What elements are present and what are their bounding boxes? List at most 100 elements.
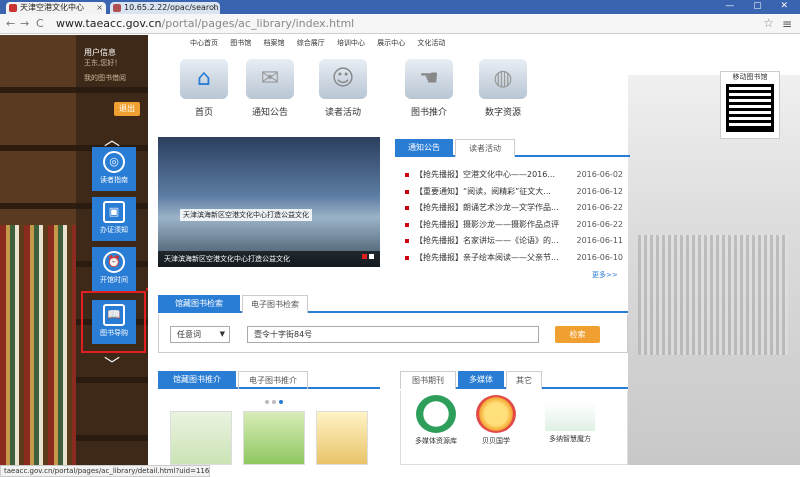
banner-dots — [360, 252, 374, 262]
close-tab-icon[interactable]: × — [96, 2, 103, 14]
carousel-dot[interactable] — [265, 400, 269, 404]
tab-ebook-recommend[interactable]: 电子图书推介 — [238, 371, 308, 389]
chevron-down-icon: ▼ — [219, 330, 225, 338]
list-item[interactable]: 【抢先播报】名家讲坛——《论语》的... 2016-06-11 — [405, 233, 625, 250]
list-item[interactable]: 【抢先播报】亲子绘本阅读——父亲节... 2016-06-10 — [405, 250, 625, 267]
category-label: 首页 — [194, 108, 213, 118]
multimedia-logo-icon — [416, 395, 456, 433]
reload-icon[interactable]: C — [36, 17, 44, 31]
bookmark-star-icon[interactable]: ☆ — [763, 16, 774, 30]
site-favicon-icon — [9, 4, 17, 12]
notice-tabs: 通知公告 读者活动 — [395, 139, 630, 157]
envelope-icon: ✉ — [246, 59, 294, 99]
window-controls[interactable]: — ▢ ✕ — [725, 1, 796, 11]
category-book-recommendation[interactable]: ☚ 图书推介 — [399, 59, 459, 118]
tab-collection-search[interactable]: 馆藏图书检索 — [158, 295, 240, 313]
list-item[interactable]: 【抢先播报】朗诵艺术沙龙—文学作品... 2016-06-22 — [405, 200, 625, 217]
logout-button[interactable]: 退出 — [114, 102, 140, 116]
topnav-item[interactable]: 中心首页 — [190, 39, 218, 47]
media-item[interactable]: 多媒体资源库 — [406, 395, 466, 446]
news-date: 2016-06-12 — [576, 186, 624, 196]
search-button[interactable]: 检索 — [555, 326, 600, 343]
tab-multimedia[interactable]: 多媒体 — [458, 371, 504, 389]
mobile-library-qr: 移动图书馆 — [720, 71, 780, 139]
book-hand-icon: ☚ — [405, 59, 453, 99]
target-icon: ◎ — [103, 151, 125, 173]
category-home[interactable]: ⌂ 首页 — [174, 59, 234, 118]
tab-notices[interactable]: 通知公告 — [395, 139, 453, 157]
tab-reader-activities[interactable]: 读者活动 — [455, 139, 515, 157]
beibei-logo-icon — [476, 395, 516, 433]
category-label: 图书推介 — [410, 108, 447, 118]
list-item[interactable]: 【抢先播报】摄影沙龙——摄影作品点评 2016-06-22 — [405, 217, 625, 234]
banner-caption: 天津滨海新区空港文化中心打造公益文化 — [158, 251, 380, 267]
book-cover[interactable] — [316, 411, 368, 465]
topnav-item[interactable]: 展示中心 — [377, 39, 405, 47]
category-notices[interactable]: ✉ 通知公告 — [240, 59, 300, 118]
tab-collection-recommend[interactable]: 馆藏图书推介 — [158, 371, 236, 389]
news-title: 【重要通知】“阅读，阅精彩”征文大... — [415, 186, 551, 196]
sidebar-item-label: 读者指南 — [100, 176, 128, 184]
browser-menu-icon[interactable]: ≡ — [782, 17, 792, 31]
book-cover[interactable] — [243, 411, 305, 465]
tab-title: 天津空港文化中心 — [20, 3, 84, 12]
list-item[interactable]: 【抢先播报】空港文化中心——2016... 2016-06-02 — [405, 167, 625, 184]
topnav-item[interactable]: 档案馆 — [263, 39, 284, 47]
list-item[interactable]: 【重要通知】“阅读，阅精彩”征文大... 2016-06-12 — [405, 184, 625, 201]
user-borrow-link[interactable]: 我的图书借阅 — [84, 73, 144, 84]
sidebar-item-opening-hours[interactable]: ⏰ 开馆时间 — [92, 247, 136, 291]
scroll-down-icon[interactable]: ﹀ — [104, 351, 120, 375]
browser-tab-1[interactable]: 天津空港文化中心 × — [6, 2, 106, 14]
user-info-title: 用户信息 — [84, 48, 116, 57]
category-label: 数字资源 — [484, 108, 521, 118]
back-icon[interactable]: ← — [6, 17, 15, 31]
news-title: 【抢先播报】朗诵艺术沙龙—文学作品... — [415, 203, 559, 212]
browser-tab-bar: 天津空港文化中心 × 10.65.2.22/opac/search × — ▢ … — [0, 0, 800, 14]
address-bar: ← → C www.taeacc.gov.cn/portal/pages/ac_… — [0, 14, 800, 34]
book-cover[interactable] — [170, 411, 232, 465]
site-favicon-icon — [113, 4, 121, 12]
sidebar-item-card-info[interactable]: ▣ 办证须知 — [92, 197, 136, 241]
more-link[interactable]: 更多>> — [592, 270, 618, 280]
tab-books-journals[interactable]: 图书期刊 — [400, 371, 456, 389]
news-date: 2016-06-02 — [576, 170, 624, 179]
carousel-dot[interactable] — [272, 400, 276, 404]
media-item-label: 多媒体资源库 — [415, 437, 457, 445]
browser-tab-2[interactable]: 10.65.2.22/opac/search × — [110, 2, 220, 14]
search-tabs: 馆藏图书检索 电子图书检索 — [158, 295, 628, 313]
banner-slideshow[interactable]: 天津滨海新区空港文化中心打造公益文化 天津滨海新区空港文化中心打造公益文化 — [158, 137, 380, 267]
topnav-item[interactable]: 综合展厅 — [297, 39, 325, 47]
sidebar-item-reader-guide[interactable]: ◎ 读者指南 — [92, 147, 136, 191]
category-reader-activities[interactable]: ☺ 读者活动 — [313, 59, 373, 118]
search-input[interactable]: 壹令十字街84号 — [247, 326, 539, 343]
url-host: www.taeacc.gov.cn — [56, 17, 162, 30]
media-item-label: 多纳智慧魔方 — [549, 435, 591, 443]
tab-other[interactable]: 其它 — [506, 371, 542, 389]
banner-dot[interactable] — [362, 254, 367, 259]
house-icon: ⌂ — [180, 59, 228, 99]
media-item[interactable]: 多纳智慧魔方 — [540, 403, 600, 444]
topnav-item[interactable]: 图书馆 — [230, 39, 251, 47]
top-navigation: 中心首页 图书馆 档案馆 综合展厅 培训中心 展示中心 文化活动 — [190, 38, 455, 48]
tab-title: 10.65.2.22/opac/search — [124, 3, 219, 12]
status-bar: taeacc.gov.cn/portal/pages/ac_library/de… — [0, 465, 210, 477]
books-decoration — [0, 225, 76, 465]
topnav-item[interactable]: 文化活动 — [417, 39, 445, 47]
user-greeting: 王东,您好！ — [84, 59, 122, 67]
url-field[interactable]: www.taeacc.gov.cn/portal/pages/ac_librar… — [56, 16, 354, 32]
qr-code-icon — [726, 84, 774, 132]
carousel-dot[interactable] — [279, 400, 283, 404]
category-label: 读者活动 — [324, 108, 361, 118]
forward-icon[interactable]: → — [20, 17, 29, 31]
news-title: 【抢先播报】空港文化中心——2016... — [415, 170, 555, 179]
tab-ebook-search[interactable]: 电子图书检索 — [242, 295, 308, 313]
news-title: 【抢先播报】亲子绘本阅读——父亲节... — [415, 252, 559, 262]
search-field-select[interactable]: 任意词 ▼ — [170, 326, 230, 343]
media-item[interactable]: 贝贝国学 — [466, 395, 526, 446]
banner-dot[interactable] — [369, 254, 374, 259]
highlight-box — [81, 291, 146, 353]
topnav-item[interactable]: 培训中心 — [337, 39, 365, 47]
category-digital-resources[interactable]: ◍ 数字资源 — [473, 59, 533, 118]
news-title: 【抢先播报】摄影沙龙——摄影作品点评 — [415, 219, 559, 229]
close-tab-icon[interactable]: × — [210, 2, 217, 14]
